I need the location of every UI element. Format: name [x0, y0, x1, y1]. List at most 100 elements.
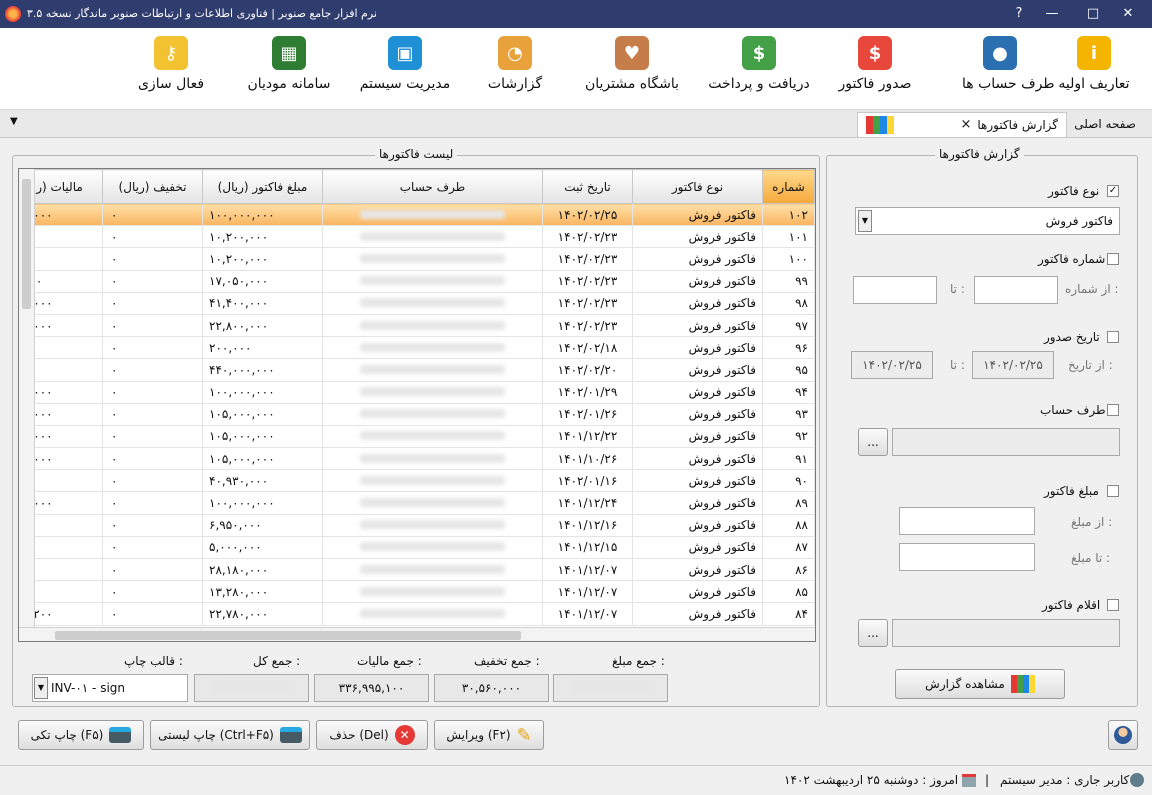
tab-invoice-report[interactable]: گزارش فاکتورها × — [857, 112, 1067, 137]
invoice-items-checkbox[interactable] — [1107, 599, 1119, 611]
to-amount-input[interactable] — [899, 543, 1035, 571]
account-cell — [322, 491, 543, 515]
invoice-type-select[interactable]: فاکتور فروش — [855, 207, 1120, 235]
invoice-grid[interactable]: شماره نوع فاکتور تاریخ ثبت طرف حساب مبلغ فاک… — [18, 168, 816, 642]
table-row[interactable]: ۹۳ فاکتور فروش ۱۴۰۲/۰۱/۲۶ ۱۰۵,۰۰۰,۰۰۰ ۰ ۰,۰۰۰ — [19, 402, 815, 426]
table-row[interactable]: ۹۵ فاکتور فروش ۱۴۰۲/۰۲/۲۰ ۴۴۰,۰۰۰,۰۰۰ ۰ — [19, 358, 815, 382]
type-cell: فاکتور فروش — [632, 225, 763, 249]
column-header[interactable]: نوع فاکتور — [632, 169, 763, 204]
from-number-input[interactable] — [974, 276, 1058, 304]
table-row[interactable]: ۹۰ فاکتور فروش ۱۴۰۲/۰۱/۱۶ ۴۰,۹۳۰,۰۰۰ ۰ — [19, 469, 815, 493]
invoice-items-browse-button[interactable]: ... — [858, 619, 888, 647]
table-row[interactable]: ۹۹فاکتور فروش۱۴۰۲/۰۲/۲۳۱۷,۰۵۰,۰۰۰۰۵۰۰ — [19, 269, 815, 293]
invoice-type-dropdown-icon[interactable]: ▼ — [858, 210, 872, 232]
print-template-select[interactable]: INV-۰۱ - sign — [32, 674, 188, 702]
date-cell: ۱۴۰۲/۰۲/۱۸ — [542, 336, 633, 360]
close-button[interactable]: ✕ — [1118, 4, 1138, 24]
account-redacted — [360, 342, 505, 352]
vertical-scroll-thumb[interactable] — [22, 179, 31, 309]
amount-filter-checkbox[interactable] — [1107, 485, 1119, 497]
table-row[interactable]: ۱۰۲ فاکتور فروش ۱۴۰۲/۰۲/۲۵ ۱۰۰,۰۰۰,۰۰۰ ۰ ۰,۰۰… — [19, 202, 815, 227]
toolbar-item-payment[interactable]: $ دریافت و پرداخت — [700, 36, 818, 92]
tab-home[interactable]: صفحه اصلی — [1066, 112, 1144, 137]
table-row[interactable]: ۹۱ فاکتور فروش ۱۴۰۱/۱۰/۲۶ ۱۰۵,۰۰۰,۰۰۰ ۰ ۰,۰۰۰ — [19, 447, 815, 471]
from-amount-input[interactable] — [899, 507, 1035, 535]
table-row[interactable]: ۸۷ فاکتور فروش ۱۴۰۱/۱۲/۱۵ ۵,۰۰۰,۰۰۰ ۰ — [19, 535, 815, 560]
maximize-button[interactable]: □ — [1083, 4, 1103, 24]
date-cell: ۱۴۰۱/۱۲/۰۷ — [542, 557, 633, 582]
table-row[interactable]: ۹۴ فاکتور فروش ۱۴۰۲/۰۱/۲۹ ۱۰۰,۰۰۰,۰۰۰ ۰ ۰,۰۰۰ — [19, 380, 815, 404]
account-cell — [322, 313, 543, 338]
toolbar-item-accounts[interactable]: ● طرف حساب ها — [962, 36, 1055, 92]
account-redacted — [360, 298, 505, 308]
from-date-input[interactable]: ۱۴۰۲/۰۲/۲۵ — [972, 351, 1054, 379]
table-row[interactable]: ۹۲ فاکتور فروش ۱۴۰۱/۱۲/۲۲ ۱۰۵,۰۰۰,۰۰۰ ۰ ۰,۰۰۰ — [19, 424, 815, 449]
column-header[interactable]: طرف حساب — [322, 169, 543, 204]
column-header[interactable]: شماره — [762, 169, 815, 204]
from-date-label: از تاریخ : — [1068, 358, 1113, 372]
table-row[interactable]: ۹۶فاکتور فروش۱۴۰۲/۰۲/۱۸۲۰۰,۰۰۰۰۰۰ — [19, 336, 815, 360]
toolbar-item-system-management[interactable]: ▣ مدیریت سیستم — [350, 36, 460, 92]
account-redacted — [360, 276, 505, 286]
vertical-scrollbar[interactable] — [19, 169, 35, 627]
table-row[interactable]: ۱۰۱ فاکتور فروش ۱۴۰۲/۰۲/۲۳ ۱۰,۲۰۰,۰۰۰ ۰ — [19, 225, 815, 249]
column-header[interactable]: تخفیف (ریال) — [102, 169, 203, 204]
column-header[interactable]: تاریخ ثبت — [542, 169, 633, 204]
table-row[interactable]: ۸۵ فاکتور فروش ۱۴۰۱/۱۲/۰۷ ۱۳,۲۸۰,۰۰۰ ۰ — [19, 580, 815, 604]
amount-cell: ۱۰۰,۰۰۰,۰۰۰ — [202, 380, 323, 404]
to-number-input[interactable] — [853, 276, 937, 304]
num-cell: ۹۲ — [762, 424, 815, 449]
system-management-icon: ▣ — [388, 36, 422, 70]
horizontal-scroll-thumb[interactable] — [55, 631, 521, 640]
num-cell: ۸۴ — [762, 602, 815, 626]
invoice-items-input[interactable] — [892, 619, 1120, 647]
account-checkbox[interactable] — [1107, 404, 1119, 416]
toolbar-item-label: مدیریت سیستم — [359, 76, 451, 92]
invoice-type-checkbox[interactable]: ✓ — [1107, 185, 1119, 197]
column-header[interactable]: مبلغ فاکتور (ریال) — [202, 169, 323, 204]
show-report-button[interactable]: مشاهده گزارش — [895, 669, 1065, 699]
tabs-dropdown-icon[interactable]: ▼ — [10, 116, 18, 127]
delete-button[interactable]: حذف (Del) ✕ — [316, 720, 428, 750]
date-cell: ۱۴۰۱/۱۰/۲۶ — [542, 447, 633, 471]
toolbar-item-activation[interactable]: ⚷ فعال سازی — [135, 36, 207, 92]
type-cell: فاکتور فروش — [632, 402, 763, 426]
taxpayer-system-icon: ▦ — [272, 36, 306, 70]
tab-close-icon[interactable]: × — [960, 113, 971, 137]
user-profile-button[interactable] — [1108, 720, 1138, 750]
account-redacted — [360, 320, 505, 330]
help-button[interactable]: ? — [1009, 4, 1029, 24]
table-row[interactable]: ۸۴ فاکتور فروش ۱۴۰۱/۱۲/۰۷ ۲۲,۷۸۰,۰۰۰ ۰ ۰,۲۰۰ — [19, 602, 815, 626]
table-row[interactable]: ۸۹ فاکتور فروش ۱۴۰۱/۱۲/۲۴ ۱۰۰,۰۰۰,۰۰۰ ۰ ۰,۰۰۰ — [19, 491, 815, 515]
minimize-button[interactable]: — — [1042, 4, 1062, 24]
toolbar-item-customers-club[interactable]: ♥ باشگاه مشتریان — [577, 36, 687, 92]
account-browse-button[interactable]: ... — [858, 428, 888, 456]
print-single-button[interactable]: چاپ تکی (F۵) — [18, 720, 144, 750]
table-row[interactable]: ۱۰۰ فاکتور فروش ۱۴۰۲/۰۲/۲۳ ۱۰,۲۰۰,۰۰۰ ۰ — [19, 247, 815, 271]
toolbar-item-taxpayer-system[interactable]: ▦ سامانه مودیان — [240, 36, 338, 92]
sum-amount-text — [570, 683, 651, 692]
sum-amount-value — [553, 674, 668, 702]
to-date-input[interactable]: ۱۴۰۲/۰۲/۲۵ — [851, 351, 933, 379]
from-amount-label: از مبلغ : — [1071, 515, 1113, 529]
table-row[interactable]: ۸۸ فاکتور فروش ۱۴۰۱/۱۲/۱۶ ۶,۹۵۰,۰۰۰ ۰ — [19, 513, 815, 537]
account-label: طرف حساب — [1040, 403, 1106, 417]
amount-cell: ۱۰۵,۰۰۰,۰۰۰ — [202, 447, 323, 471]
print-template-dropdown-icon[interactable]: ▼ — [34, 677, 48, 699]
invoice-number-checkbox[interactable] — [1107, 253, 1119, 265]
from-number-label: از شماره : — [1065, 282, 1119, 296]
amount-cell: ۱۷,۰۵۰,۰۰۰ — [202, 269, 323, 293]
issue-date-checkbox[interactable] — [1107, 331, 1119, 343]
print-list-button[interactable]: چاپ لیستی (Ctrl+F۵) — [150, 720, 310, 750]
toolbar-item-reports[interactable]: ◔ گزارشات — [484, 36, 546, 92]
account-input[interactable] — [892, 428, 1120, 456]
table-row[interactable]: ۹۸ فاکتور فروش ۱۴۰۲/۰۲/۲۳ ۴۱,۴۰۰,۰۰۰ ۰ ۶,۰۰۰ — [19, 291, 815, 315]
toolbar-item-label: صدور فاکتور — [838, 76, 912, 92]
toolbar-item-info[interactable]: i تعاریف اولیه — [1050, 36, 1138, 92]
edit-button[interactable]: ویرایش (F۲) ✎ — [434, 720, 544, 750]
table-row[interactable]: ۸۶ فاکتور فروش ۱۴۰۱/۱۲/۰۷ ۲۸,۱۸۰,۰۰۰ ۰ — [19, 557, 815, 582]
toolbar-item-invoice[interactable]: $ صدور فاکتور — [832, 36, 918, 92]
amount-cell: ۲۲,۷۸۰,۰۰۰ — [202, 602, 323, 626]
horizontal-scrollbar[interactable] — [19, 627, 815, 641]
table-row[interactable]: ۹۷ فاکتور فروش ۱۴۰۲/۰۲/۲۳ ۲۲,۸۰۰,۰۰۰ ۰ ۲,۰۰۰ — [19, 313, 815, 338]
